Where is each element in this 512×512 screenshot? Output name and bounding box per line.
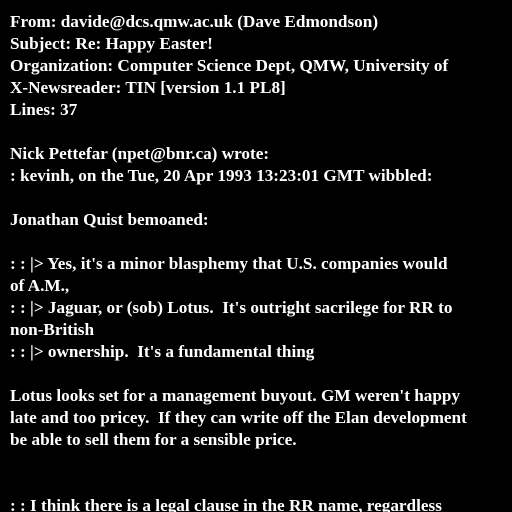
quoted-line: : : |> ownership. It's a fundamental thi…: [10, 342, 315, 361]
header-from: From: davide@dcs.qmw.ac.uk (Dave Edmonds…: [10, 12, 379, 31]
quoted-line: : : I think there is a legal clause in t…: [10, 496, 442, 512]
article-text: From: davide@dcs.qmw.ac.uk (Dave Edmonds…: [10, 11, 512, 512]
reply-line: late and too pricey. If they can write o…: [10, 408, 467, 427]
reply-line: be able to sell them for a sensible pric…: [10, 430, 297, 449]
reply-line: Lotus looks set for a management buyout.…: [10, 386, 461, 405]
quoted-line: : : |> Jaguar, or (sob) Lotus. It's outr…: [10, 298, 453, 317]
attribution-line: Nick Pettefar (npet@bnr.ca) wrote:: [10, 144, 270, 163]
header-newsreader: X-Newsreader: TIN [version 1.1 PL8]: [10, 78, 286, 97]
quoted-line: of A.M.,: [10, 276, 70, 295]
header-lines: Lines: 37: [10, 100, 78, 119]
header-subject: Subject: Re: Happy Easter!: [10, 34, 213, 53]
quoted-line: : : |> Yes, it's a minor blasphemy that …: [10, 254, 448, 273]
quoted-line: non-British: [10, 320, 95, 339]
header-organization: Organization: Computer Science Dept, QMW…: [10, 56, 449, 75]
attribution-line: Jonathan Quist bemoaned:: [10, 210, 209, 229]
attribution-line: : kevinh, on the Tue, 20 Apr 1993 13:23:…: [10, 166, 433, 185]
newsreader-screen: From: davide@dcs.qmw.ac.uk (Dave Edmonds…: [0, 0, 512, 512]
